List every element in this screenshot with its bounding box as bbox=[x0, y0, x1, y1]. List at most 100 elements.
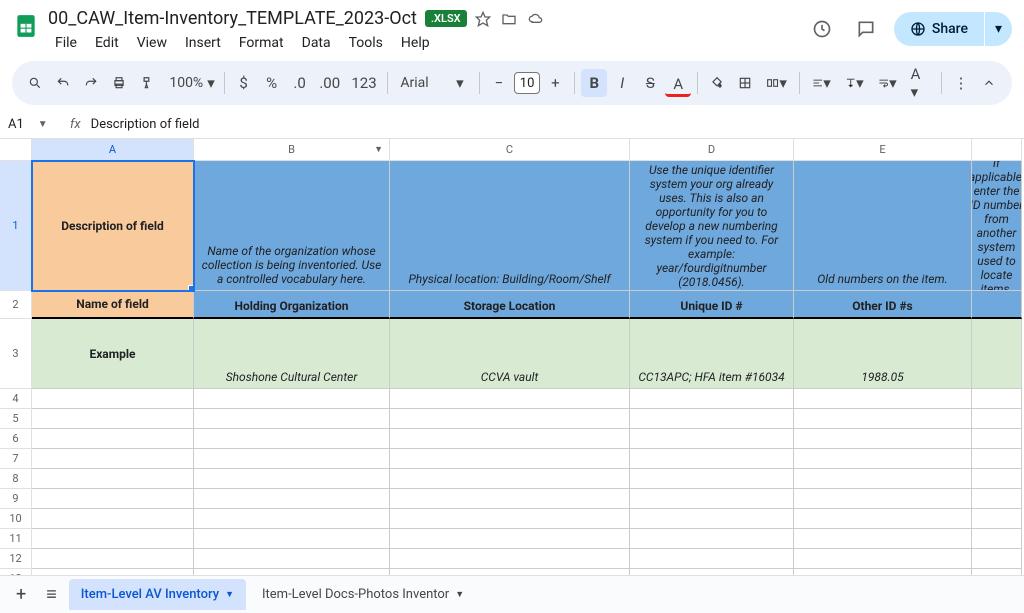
cell[interactable] bbox=[32, 429, 194, 449]
cell[interactable] bbox=[194, 549, 390, 569]
cell-f2[interactable] bbox=[972, 291, 1022, 319]
col-head-e[interactable]: E bbox=[794, 139, 972, 161]
currency-icon[interactable]: $ bbox=[231, 69, 257, 97]
cell[interactable] bbox=[972, 529, 1022, 549]
cell[interactable] bbox=[630, 429, 794, 449]
percent-icon[interactable]: % bbox=[259, 69, 285, 97]
cell[interactable] bbox=[32, 529, 194, 549]
cell[interactable] bbox=[794, 509, 972, 529]
row-head-5[interactable]: 5 bbox=[0, 409, 32, 429]
row-head-2[interactable]: 2 bbox=[0, 291, 32, 319]
cell-b3[interactable]: Shoshone Cultural Center bbox=[194, 319, 390, 389]
text-color-button[interactable]: A bbox=[665, 69, 691, 97]
italic-button[interactable]: I bbox=[609, 69, 635, 97]
cell[interactable] bbox=[972, 389, 1022, 409]
cell[interactable] bbox=[972, 509, 1022, 529]
cell[interactable] bbox=[794, 449, 972, 469]
sheet-tab[interactable]: Item-Level Docs-Photos Inventor ▼ bbox=[250, 579, 476, 610]
cell[interactable] bbox=[32, 549, 194, 569]
rotate-button[interactable]: A ▾ bbox=[905, 69, 936, 97]
share-caret[interactable]: ▾ bbox=[985, 12, 1012, 46]
cell[interactable] bbox=[794, 409, 972, 429]
cell[interactable] bbox=[194, 469, 390, 489]
cell[interactable] bbox=[630, 529, 794, 549]
cell[interactable] bbox=[194, 429, 390, 449]
cell-e1[interactable]: Old numbers on the item. bbox=[794, 161, 972, 291]
cell[interactable] bbox=[972, 409, 1022, 429]
cell-d3[interactable]: CC13APC; HFA item #16034 bbox=[630, 319, 794, 389]
cell-a1[interactable]: Description of field bbox=[32, 161, 194, 291]
row-head-4[interactable]: 4 bbox=[0, 389, 32, 409]
cell[interactable] bbox=[630, 489, 794, 509]
menu-format[interactable]: Format bbox=[232, 31, 291, 55]
increase-decimal-icon[interactable]: .00 bbox=[315, 69, 345, 97]
menu-insert[interactable]: Insert bbox=[178, 31, 228, 55]
comment-icon[interactable] bbox=[850, 13, 882, 45]
row-head-7[interactable]: 7 bbox=[0, 449, 32, 469]
cell[interactable] bbox=[390, 469, 630, 489]
cell[interactable] bbox=[32, 449, 194, 469]
redo-icon[interactable] bbox=[78, 69, 104, 97]
cell[interactable] bbox=[630, 449, 794, 469]
search-icon[interactable] bbox=[22, 69, 48, 97]
sheets-logo[interactable] bbox=[12, 8, 40, 44]
cell[interactable] bbox=[390, 509, 630, 529]
more-formats[interactable]: 123 bbox=[347, 69, 381, 97]
font-size-decrease[interactable]: − bbox=[486, 69, 512, 97]
bold-button[interactable]: B bbox=[581, 69, 607, 97]
more-icon[interactable]: ⋮ bbox=[948, 69, 974, 97]
cell[interactable] bbox=[630, 389, 794, 409]
cell-a3[interactable]: Example bbox=[32, 319, 194, 389]
cell-e3[interactable]: 1988.05 bbox=[794, 319, 972, 389]
cell-f3[interactable] bbox=[972, 319, 1022, 389]
cell[interactable] bbox=[630, 509, 794, 529]
chevron-down-icon[interactable]: ▼ bbox=[374, 144, 383, 155]
menu-tools[interactable]: Tools bbox=[342, 31, 390, 55]
menu-view[interactable]: View bbox=[130, 31, 174, 55]
col-head-b[interactable]: B▼ bbox=[194, 139, 390, 161]
cell[interactable] bbox=[194, 449, 390, 469]
cell[interactable] bbox=[794, 389, 972, 409]
menu-file[interactable]: File bbox=[48, 31, 84, 55]
undo-icon[interactable] bbox=[50, 69, 76, 97]
col-head-d[interactable]: D bbox=[630, 139, 794, 161]
add-sheet-button[interactable]: + bbox=[8, 578, 34, 611]
menu-edit[interactable]: Edit bbox=[88, 31, 126, 55]
cell[interactable] bbox=[390, 429, 630, 449]
cell[interactable] bbox=[794, 529, 972, 549]
cell[interactable] bbox=[794, 469, 972, 489]
select-all-corner[interactable] bbox=[0, 139, 32, 161]
decrease-decimal-icon[interactable]: .0 bbox=[287, 69, 313, 97]
formula-input[interactable]: Description of field bbox=[91, 117, 1024, 132]
menu-data[interactable]: Data bbox=[295, 31, 338, 55]
cell[interactable] bbox=[390, 409, 630, 429]
cell-c3[interactable]: CCVA vault bbox=[390, 319, 630, 389]
cell[interactable] bbox=[390, 449, 630, 469]
row-head-8[interactable]: 8 bbox=[0, 469, 32, 489]
halign-button[interactable]: ▾ bbox=[806, 69, 837, 97]
all-sheets-button[interactable]: ≡ bbox=[38, 578, 65, 611]
row-head-9[interactable]: 9 bbox=[0, 489, 32, 509]
cell-d2[interactable]: Unique ID # bbox=[630, 291, 794, 319]
cell-a2[interactable]: Name of field bbox=[32, 291, 194, 319]
chevron-down-icon[interactable]: ▼ bbox=[225, 589, 234, 600]
cell[interactable] bbox=[32, 509, 194, 529]
cell[interactable] bbox=[194, 489, 390, 509]
cell[interactable] bbox=[972, 469, 1022, 489]
star-icon[interactable] bbox=[475, 11, 491, 27]
history-icon[interactable] bbox=[806, 13, 838, 45]
collapse-toolbar-icon[interactable] bbox=[976, 69, 1002, 97]
cell[interactable] bbox=[972, 449, 1022, 469]
cell[interactable] bbox=[194, 529, 390, 549]
share-button[interactable]: Share bbox=[894, 12, 984, 46]
row-head-3[interactable]: 3 bbox=[0, 319, 32, 389]
sheet-tab-active[interactable]: Item-Level AV Inventory ▼ bbox=[69, 579, 246, 610]
cell[interactable] bbox=[194, 509, 390, 529]
row-head-1[interactable]: 1 bbox=[0, 161, 32, 291]
row-head-12[interactable]: 12 bbox=[0, 549, 32, 569]
cell[interactable] bbox=[32, 409, 194, 429]
col-head-a[interactable]: A bbox=[32, 139, 194, 161]
font-size-increase[interactable]: + bbox=[542, 69, 568, 97]
cell[interactable] bbox=[32, 489, 194, 509]
cell[interactable] bbox=[630, 549, 794, 569]
